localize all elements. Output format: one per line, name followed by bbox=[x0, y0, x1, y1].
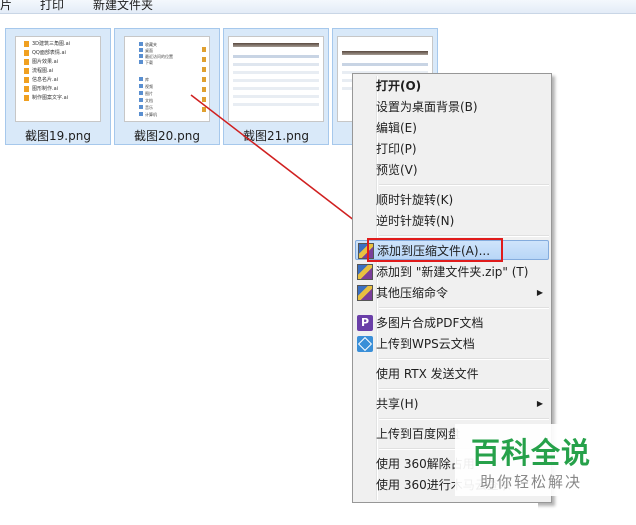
menu-separator bbox=[379, 184, 549, 186]
menu-item-rtx-send[interactable]: 使用 RTX 发送文件 bbox=[355, 364, 549, 384]
menu-separator bbox=[379, 358, 549, 360]
watermark: 百科全说 助你轻松解决 bbox=[455, 424, 611, 496]
menu-item-print[interactable]: 打印(P) bbox=[355, 139, 549, 159]
watermark-title: 百科全说 bbox=[471, 436, 592, 470]
menu-item-rotate-clockwise[interactable]: 顺时针旋转(K) bbox=[355, 190, 549, 210]
menu-item-preview[interactable]: 预览(V) bbox=[355, 160, 549, 180]
blank-area bbox=[338, 503, 538, 525]
menu-item-merge-pdf[interactable]: P 多图片合成PDF文档 bbox=[355, 313, 549, 333]
menu-item-upload-wps[interactable]: 上传到WPS云文档 bbox=[355, 334, 549, 354]
winrar-icon bbox=[357, 285, 373, 301]
wps-cloud-icon bbox=[357, 336, 373, 352]
highlight-box bbox=[367, 238, 503, 262]
menu-separator bbox=[379, 307, 549, 309]
watermark-subtitle: 助你轻松解决 bbox=[480, 473, 583, 491]
winrar-icon bbox=[357, 264, 373, 280]
menu-separator bbox=[379, 418, 549, 420]
menu-item-open[interactable]: 打开(O) bbox=[355, 76, 549, 96]
menu-separator bbox=[379, 235, 549, 237]
submenu-arrow-icon: ▶ bbox=[536, 399, 543, 408]
menu-item-rotate-counterclockwise[interactable]: 逆时针旋转(N) bbox=[355, 211, 549, 231]
submenu-arrow-icon: ▶ bbox=[536, 288, 543, 297]
menu-item-edit[interactable]: 编辑(E) bbox=[355, 118, 549, 138]
menu-item-set-desktop-background[interactable]: 设置为桌面背景(B) bbox=[355, 97, 549, 117]
pdf-icon: P bbox=[357, 315, 373, 331]
arrow-line bbox=[190, 94, 373, 235]
menu-separator bbox=[379, 388, 549, 390]
menu-item-add-to-zip[interactable]: 添加到 "新建文件夹.zip" (T) bbox=[355, 262, 549, 282]
menu-item-other-compress-commands[interactable]: 其他压缩命令 ▶ bbox=[355, 283, 549, 303]
menu-item-share[interactable]: 共享(H) ▶ bbox=[355, 394, 549, 414]
